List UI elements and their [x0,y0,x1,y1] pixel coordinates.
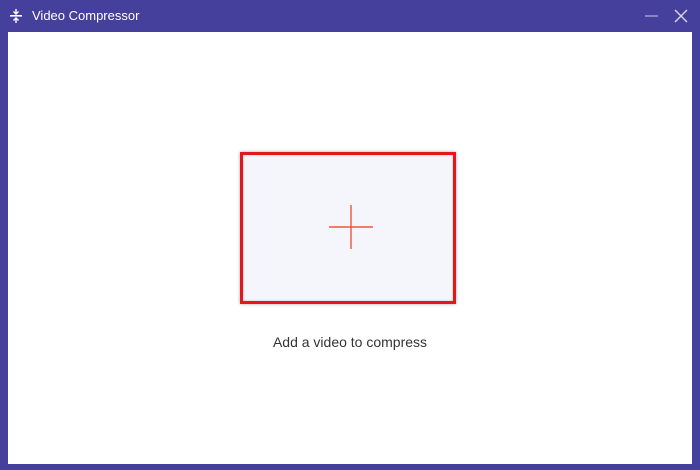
compress-icon [9,8,23,24]
add-video-drop-zone[interactable] [240,152,456,304]
add-video-hint: Add a video to compress [272,334,428,350]
minimize-icon [645,15,658,17]
main-content: Add a video to compress [8,32,692,464]
minimize-button[interactable] [641,5,663,27]
close-icon [674,9,688,23]
title-bar[interactable]: Video Compressor [0,0,700,32]
window-title: Video Compressor [32,8,140,23]
close-button[interactable] [670,5,692,27]
app-window: Video Compressor Add a video to compress [0,0,700,470]
plus-icon [329,205,373,249]
